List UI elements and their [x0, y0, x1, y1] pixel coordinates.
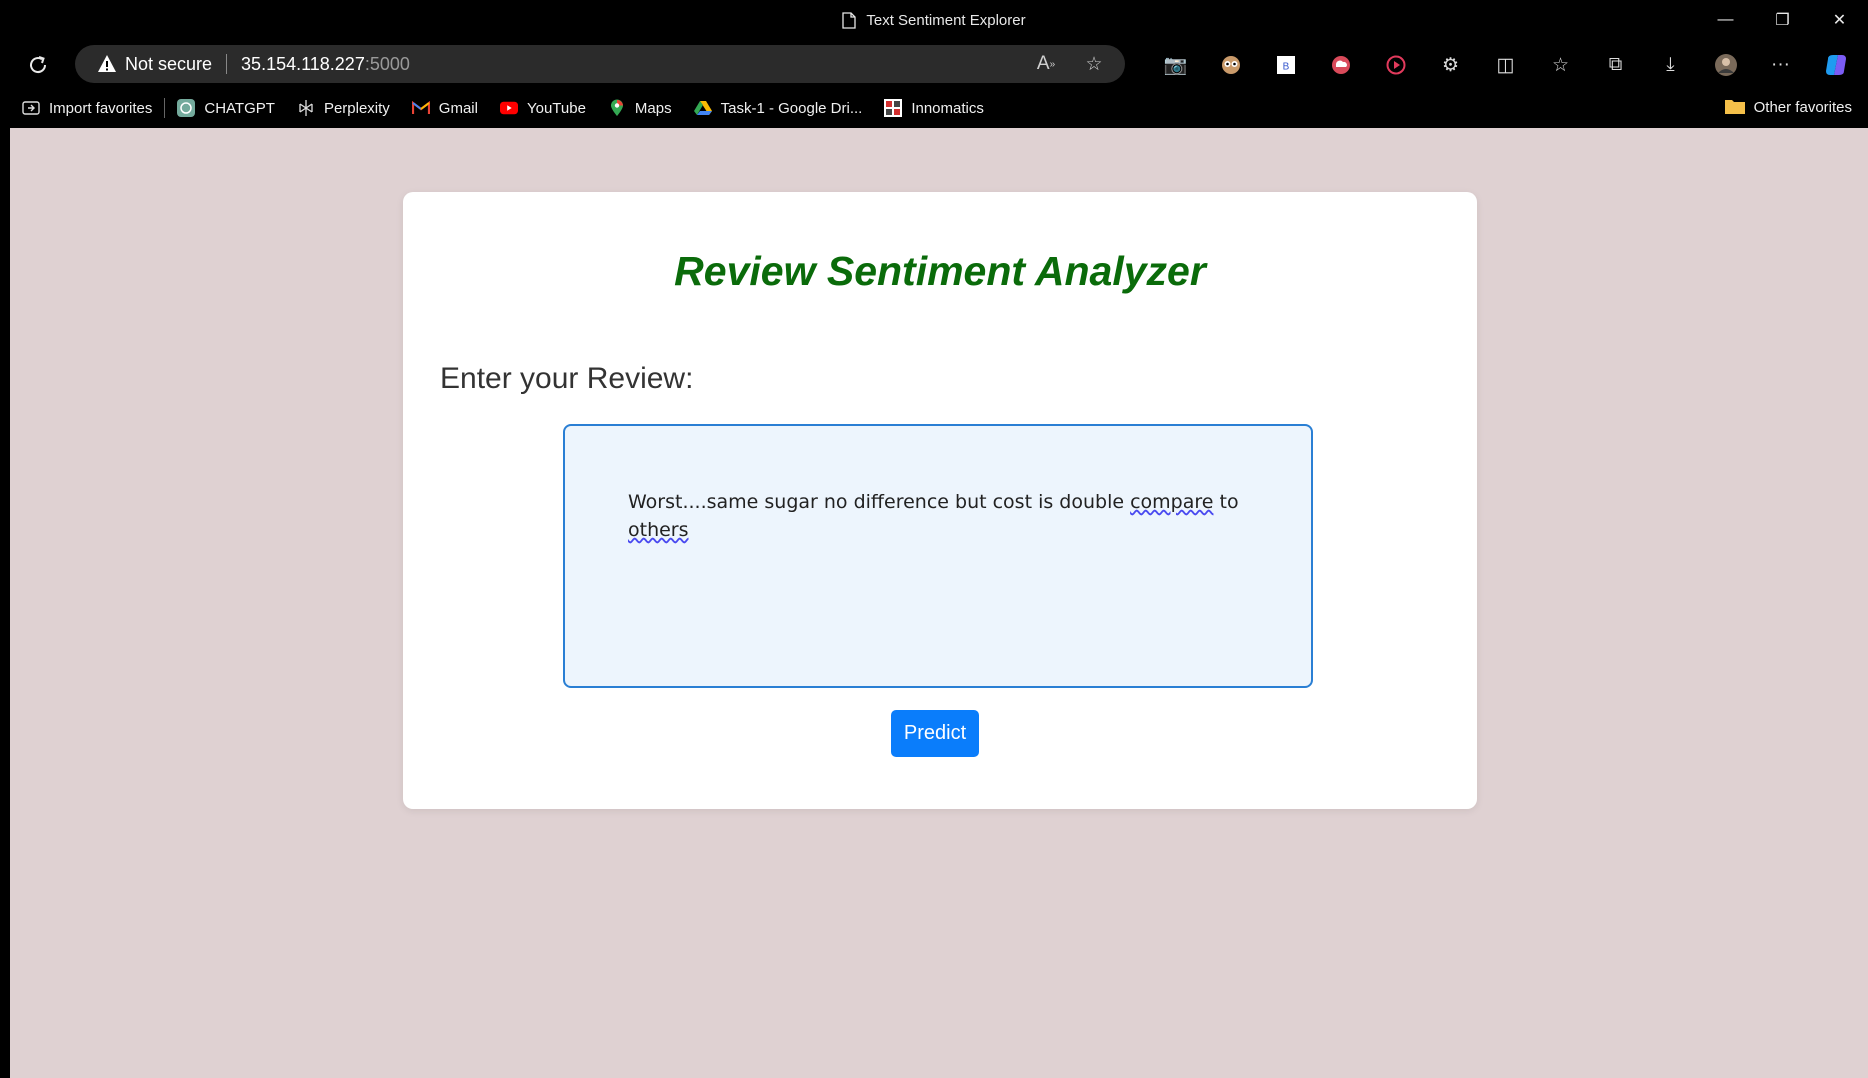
bookmark-label: Maps	[634, 99, 672, 117]
restore-button[interactable]: ❐	[1754, 0, 1811, 40]
close-button[interactable]: ✕	[1811, 0, 1868, 40]
url-host[interactable]: 35.154.118.227	[241, 54, 365, 75]
other-favorites-label: Other favorites	[1753, 98, 1852, 116]
collections-icon[interactable]: ⧉	[1588, 54, 1643, 76]
extensions-puzzle-icon[interactable]: ⚙	[1423, 54, 1478, 76]
review-label: Enter your Review:	[440, 362, 694, 395]
favorites-icon[interactable]: ☆	[1533, 54, 1588, 76]
google-drive-icon	[693, 99, 712, 117]
more-menu-icon[interactable]: ···	[1753, 54, 1808, 76]
bookmark-label: YouTube	[526, 99, 586, 117]
extension-toolbar: 📷 B ⚙ ◫ ☆ ⧉ ⤓ ···	[1148, 54, 1863, 76]
youtube-icon	[499, 99, 518, 117]
page-content: Review Sentiment Analyzer Enter your Rev…	[10, 128, 1868, 1078]
profile-avatar[interactable]	[1698, 54, 1753, 76]
copilot-icon[interactable]	[1808, 54, 1863, 76]
review-text-misspelled: compare	[1130, 491, 1214, 513]
bookmark-innomatics[interactable]: Innomatics	[884, 99, 984, 117]
bookmark-gmail[interactable]: Gmail	[411, 99, 478, 117]
address-actions: A» ☆	[1035, 53, 1105, 75]
window-title-area: Text Sentiment Explorer	[0, 0, 1868, 40]
favorite-star-icon[interactable]: ☆	[1083, 53, 1105, 75]
perplexity-icon	[297, 99, 315, 117]
bookmark-youtube[interactable]: YouTube	[499, 99, 586, 117]
read-aloud-icon[interactable]: A»	[1035, 53, 1057, 75]
import-icon	[22, 99, 40, 117]
chatgpt-icon	[177, 99, 196, 117]
bookmark-maps[interactable]: Maps	[608, 99, 672, 117]
bookmark-label: CHATGPT	[204, 99, 275, 117]
bookmark-divider	[164, 98, 166, 118]
predict-button[interactable]: Predict	[891, 710, 979, 757]
extension-play-icon[interactable]	[1368, 54, 1423, 76]
downloads-icon[interactable]: ⤓	[1643, 54, 1698, 76]
bookmarks-bar: Import favorites CHATGPT Perplexity Gmai…	[0, 88, 1868, 128]
minimize-button[interactable]: —	[1697, 0, 1754, 40]
bookmark-chatgpt[interactable]: CHATGPT	[177, 99, 275, 117]
analyzer-card: Review Sentiment Analyzer Enter your Rev…	[403, 192, 1477, 809]
reload-icon[interactable]	[26, 53, 50, 77]
extension-cloud-icon[interactable]	[1313, 54, 1368, 76]
review-textarea[interactable]: Worst....same sugar no difference but co…	[563, 424, 1313, 688]
warning-icon[interactable]	[97, 54, 117, 74]
bookmark-perplexity[interactable]: Perplexity	[297, 99, 390, 117]
window-titlebar: Text Sentiment Explorer — ❐ ✕	[0, 0, 1868, 40]
security-label[interactable]: Not secure	[125, 54, 212, 75]
browser-toolbar: Not secure 35.154.118.227:5000 A» ☆ 📷 B …	[0, 40, 1868, 88]
extension-b-icon[interactable]: B	[1258, 54, 1313, 76]
bookmark-import-favorites[interactable]: Import favorites	[22, 99, 152, 117]
review-text-part: to	[1213, 491, 1239, 513]
split-screen-icon[interactable]: ◫	[1478, 54, 1533, 76]
window-title: Text Sentiment Explorer	[866, 11, 1026, 29]
bookmark-google-drive[interactable]: Task-1 - Google Dri...	[693, 99, 863, 117]
camera-icon[interactable]: 📷	[1148, 54, 1203, 76]
page-title: Review Sentiment Analyzer	[674, 248, 1206, 294]
bookmark-label: Task-1 - Google Dri...	[720, 99, 863, 117]
maps-icon	[608, 99, 626, 117]
url-port[interactable]: :5000	[365, 54, 410, 75]
document-icon	[842, 11, 857, 29]
bookmark-other-favorites[interactable]: Other favorites	[1724, 98, 1852, 116]
review-text-part: Worst....same sugar no difference but co…	[628, 491, 1131, 513]
address-bar[interactable]: Not secure 35.154.118.227:5000 A» ☆	[75, 45, 1125, 83]
bookmark-label: Import favorites	[49, 99, 153, 117]
extension-owl-icon[interactable]	[1203, 54, 1258, 76]
review-text-misspelled: others	[628, 519, 689, 541]
bookmark-label: Perplexity	[323, 99, 390, 117]
bookmark-label: Innomatics	[911, 99, 984, 117]
bookmark-label: Gmail	[438, 99, 478, 117]
window-controls: — ❐ ✕	[1697, 0, 1868, 40]
innomatics-icon	[884, 99, 903, 117]
svg-text:B: B	[1282, 62, 1289, 73]
gmail-icon	[411, 99, 430, 117]
folder-icon	[1724, 98, 1745, 116]
address-separator	[226, 54, 228, 74]
